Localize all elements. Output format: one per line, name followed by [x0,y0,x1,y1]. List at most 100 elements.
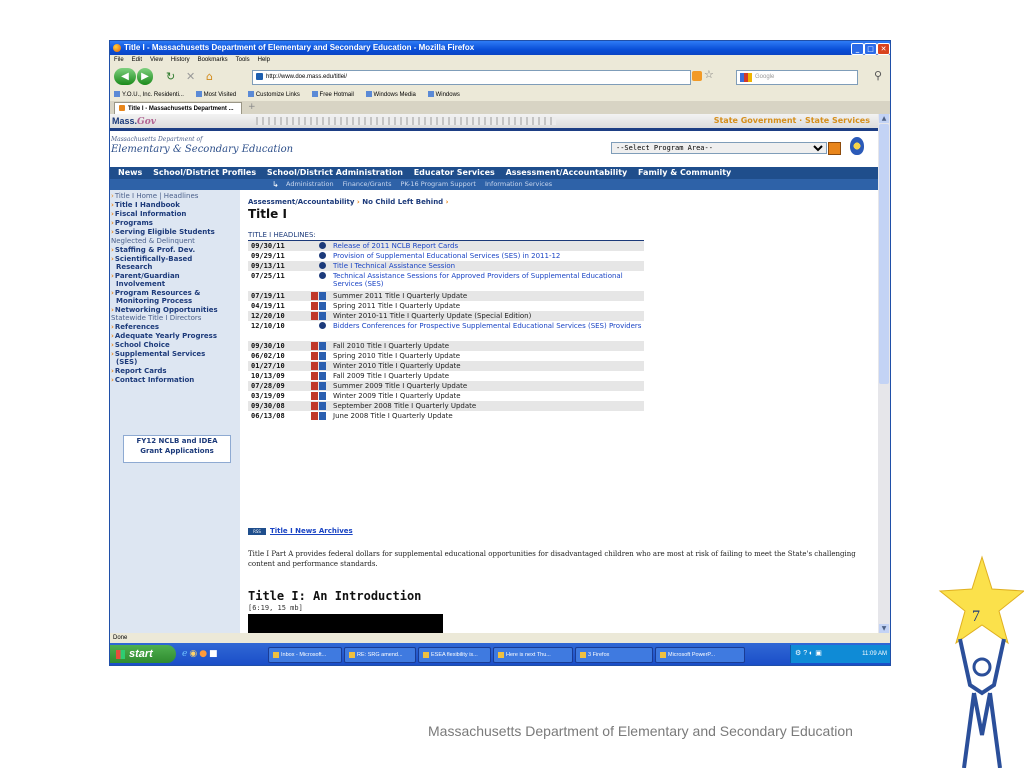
taskbar-button[interactable]: Inbox - Microsoft... [268,647,342,663]
sidebar-item[interactable]: ›Title I Handbook [111,201,180,209]
pdf-icon[interactable] [311,302,318,310]
web-page-icon[interactable] [319,272,326,279]
go-button[interactable] [828,142,841,155]
breadcrumb-assessment[interactable]: Assessment/Accountability [248,198,354,206]
web-page-icon[interactable] [319,262,326,269]
scroll-up-icon[interactable]: ▲ [879,114,889,123]
bookmark-item[interactable]: Customize Links [247,91,300,98]
bookmark-item[interactable]: Windows [427,91,460,98]
bookmark-item[interactable]: Y.O.U., Inc. Residenti... [114,91,184,98]
subnav-administration[interactable]: Administration [286,180,334,188]
firefox-quick-icon[interactable]: ● [199,649,207,659]
close-button[interactable]: ✕ [877,43,890,55]
archives-link[interactable]: Title I News Archives [270,527,353,535]
headline-title[interactable]: Provision of Supplemental Educational Se… [333,251,644,261]
home-icon[interactable]: ⌂ [206,71,213,83]
sidebar-item[interactable]: ›Program Resources & [111,289,200,297]
search-box[interactable]: Google [736,70,858,85]
mass-gov-logo[interactable]: Mass.Gov [112,114,156,128]
taskbar-button[interactable]: Here is next Thu... [493,647,573,663]
dept-name[interactable]: Elementary & Secondary Education [111,144,293,155]
headline-title[interactable]: Technical Assistance Sessions for Approv… [333,271,644,291]
bookmark-star-icon[interactable]: ☆ [704,69,714,81]
bookmark-item[interactable]: Most Visited [195,91,236,98]
bookmark-item[interactable]: Windows Media [365,91,416,98]
taskbar-button[interactable]: ESEA flexibility is... [418,647,491,663]
taskbar-button[interactable]: 3 Firefox [575,647,653,663]
bookmark-item[interactable]: Free Hotmail [311,91,354,98]
menu-help[interactable]: Help [258,57,270,63]
ie-icon[interactable]: ℯ [182,649,187,659]
rss-feed-icon[interactable] [692,71,702,81]
pdf-icon[interactable] [311,312,318,320]
menu-history[interactable]: History [171,57,190,63]
word-doc-icon[interactable] [319,352,326,360]
pdf-icon[interactable] [311,412,318,420]
breadcrumb-nclb[interactable]: No Child Left Behind [362,198,443,206]
sidebar-item[interactable]: ›Scientifically-Based [111,255,192,263]
sidebar-item[interactable]: ›School Choice [111,341,170,349]
web-page-icon[interactable] [319,322,326,329]
maximize-button[interactable]: □ [864,43,877,55]
state-gov-links[interactable]: State Government · State Services [714,116,870,126]
stop-icon[interactable]: ✕ [186,71,195,83]
start-button[interactable]: start [110,645,176,663]
sidebar-item[interactable]: ›Report Cards [111,367,167,375]
sidebar-item[interactable]: ›Title I Home | Headlines [111,192,198,200]
address-bar[interactable]: http://www.doe.mass.edu/titlei/ [252,70,691,85]
word-doc-icon[interactable] [319,382,326,390]
taskbar-button[interactable]: Microsoft PowerP... [655,647,745,663]
headline-title[interactable]: Release of 2011 NCLB Report Cards [333,241,644,251]
word-doc-icon[interactable] [319,362,326,370]
sidebar-item[interactable]: ›Networking Opportunities [111,306,218,314]
tray-icons[interactable]: ⚙ ? ◐ ▣ [795,650,822,657]
sidebar-item[interactable]: Statewide Title I Directors [111,314,201,322]
reload-icon[interactable]: ↻ [166,71,175,83]
nav-administration[interactable]: School/District Administration [267,168,403,177]
sidebar-item[interactable]: Monitoring Process [111,297,192,305]
headline-title[interactable]: Title I Technical Assistance Session [333,261,644,271]
app-icon[interactable]: ■ [209,649,218,659]
program-area-select[interactable]: --Select Program Area-- [611,142,827,154]
word-doc-icon[interactable] [319,292,326,300]
word-doc-icon[interactable] [319,412,326,420]
menu-view[interactable]: View [150,57,163,63]
sidebar-item[interactable]: ›Contact Information [111,376,194,384]
word-doc-icon[interactable] [319,342,326,350]
word-doc-icon[interactable] [319,312,326,320]
scroll-thumb[interactable] [879,124,889,384]
pdf-icon[interactable] [311,382,318,390]
nav-assessment[interactable]: Assessment/Accountability [506,168,628,177]
menu-edit[interactable]: Edit [132,57,142,63]
word-doc-icon[interactable] [319,372,326,380]
sidebar-item[interactable]: ›Serving Eligible Students [111,228,215,236]
subnav-finance[interactable]: Finance/Grants [343,180,392,188]
web-page-icon[interactable] [319,252,326,259]
search-icon[interactable]: ⚲ [874,70,882,82]
vertical-scrollbar[interactable]: ▲ ▼ [878,114,890,633]
intro-video[interactable] [248,614,443,633]
headline-title[interactable]: Bidders Conferences for Prospective Supp… [333,321,644,341]
sidebar-item[interactable]: ›References [111,323,159,331]
web-page-icon[interactable] [319,242,326,249]
sidebar-item[interactable]: ›Adequate Yearly Progress [111,332,217,340]
pdf-icon[interactable] [311,352,318,360]
nav-news[interactable]: News [118,168,142,177]
sidebar-item[interactable]: Involvement [111,280,165,288]
subnav-pk16[interactable]: PK-16 Program Support [401,180,476,188]
taskbar-button[interactable]: RE: SRG amend... [344,647,416,663]
sidebar-item[interactable]: ›Supplemental Services [111,350,205,358]
pdf-icon[interactable] [311,372,318,380]
pdf-icon[interactable] [311,342,318,350]
pdf-icon[interactable] [311,402,318,410]
sidebar-item[interactable]: (SES) [111,358,137,366]
nav-educator-services[interactable]: Educator Services [414,168,495,177]
subnav-information[interactable]: Information Services [485,180,552,188]
sidebar-item[interactable]: Research [111,263,152,271]
word-doc-icon[interactable] [319,402,326,410]
sidebar-item[interactable]: ›Parent/Guardian [111,272,180,280]
word-doc-icon[interactable] [319,392,326,400]
forward-button[interactable]: ▶ [137,68,153,85]
sidebar-item[interactable]: ›Programs [111,219,153,227]
nav-profiles[interactable]: School/District Profiles [153,168,256,177]
